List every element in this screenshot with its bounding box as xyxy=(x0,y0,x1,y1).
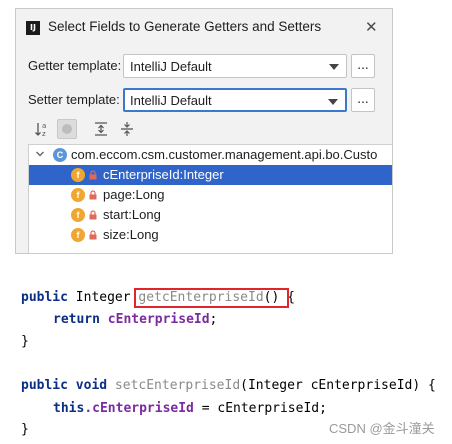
getter-template-label: Getter template: xyxy=(28,58,122,73)
code-line: } xyxy=(21,334,29,349)
code-line: public void setcEnterpriseId(Integer cEn… xyxy=(21,378,436,393)
getter-method-name[interactable]: getcEnterpriseId xyxy=(138,290,263,305)
keyword: public xyxy=(21,290,68,305)
code-line: } xyxy=(21,422,29,437)
class-icon: C xyxy=(53,148,67,162)
fields-tree[interactable]: C com.eccom.csm.customer.management.api.… xyxy=(28,144,392,253)
svg-text:a: a xyxy=(42,122,46,130)
watermark-text: CSDN @金斗潼关 xyxy=(329,421,435,436)
code-line: return cEnterpriseId; xyxy=(53,312,217,327)
code-punctuation: ; xyxy=(209,312,218,327)
setter-template-select[interactable]: IntelliJ Default xyxy=(123,88,347,112)
chevron-down-icon[interactable] xyxy=(35,149,45,159)
lock-icon xyxy=(89,230,97,240)
keyword: return xyxy=(53,312,100,327)
field-reference: cEnterpriseId xyxy=(107,312,210,327)
chevron-down-icon xyxy=(329,64,339,70)
field-icon: f xyxy=(71,228,85,242)
intellij-app-icon: IJ xyxy=(26,21,40,35)
code-punctuation: (Integer cEnterpriseId) { xyxy=(240,378,436,393)
lock-icon xyxy=(89,170,97,180)
class-name: com.eccom.csm.customer.management.api.bo… xyxy=(71,147,378,162)
expand-all-icon[interactable] xyxy=(91,119,111,139)
getter-template-more-button[interactable]: ... xyxy=(351,54,375,78)
setter-template-value: IntelliJ Default xyxy=(130,93,212,108)
code-punctuation: = cEnterpriseId; xyxy=(193,401,327,416)
dialog-title: Select Fields to Generate Getters and Se… xyxy=(48,19,322,34)
chevron-down-icon xyxy=(328,99,338,105)
code-line: public Integer getcEnterpriseId() { xyxy=(21,290,295,305)
dialog-titlebar: IJ Select Fields to Generate Getters and… xyxy=(16,9,392,47)
tree-class-node[interactable]: C com.eccom.csm.customer.management.api.… xyxy=(29,145,392,165)
collapse-all-icon[interactable] xyxy=(117,119,137,139)
field-label: cEnterpriseId:Integer xyxy=(103,167,224,182)
setter-method-name[interactable]: setcEnterpriseId xyxy=(115,378,240,393)
sort-alpha-icon[interactable]: a z xyxy=(33,119,53,139)
field-icon: f xyxy=(71,188,85,202)
keyword: public void xyxy=(21,378,108,393)
getter-template-select[interactable]: IntelliJ Default xyxy=(123,54,347,78)
close-icon[interactable]: ✕ xyxy=(365,18,378,36)
setter-template-label: Setter template: xyxy=(28,92,120,107)
keyword: this xyxy=(53,401,85,416)
field-label: size:Long xyxy=(103,227,159,242)
lock-icon xyxy=(89,210,97,220)
svg-text:z: z xyxy=(42,130,46,138)
type-name: Integer xyxy=(67,290,139,305)
tree-field-row[interactable]: f start:Long xyxy=(29,205,392,225)
generate-getters-setters-dialog: IJ Select Fields to Generate Getters and… xyxy=(15,8,393,254)
setter-template-more-button[interactable]: ... xyxy=(351,88,375,112)
tree-field-row[interactable]: f size:Long xyxy=(29,225,392,245)
field-label: start:Long xyxy=(103,207,161,222)
field-reference: .cEnterpriseId xyxy=(84,401,194,416)
tree-field-row[interactable]: f page:Long xyxy=(29,185,392,205)
tree-field-row[interactable]: f cEnterpriseId:Integer xyxy=(29,165,392,185)
show-classes-icon[interactable] xyxy=(57,119,77,139)
field-icon: f xyxy=(71,208,85,222)
field-label: page:Long xyxy=(103,187,165,202)
code-line: this.cEnterpriseId = cEnterpriseId; xyxy=(53,401,327,416)
lock-icon xyxy=(89,190,97,200)
field-icon: f xyxy=(71,168,85,182)
code-punctuation: () { xyxy=(263,290,295,305)
getter-template-value: IntelliJ Default xyxy=(130,59,212,74)
